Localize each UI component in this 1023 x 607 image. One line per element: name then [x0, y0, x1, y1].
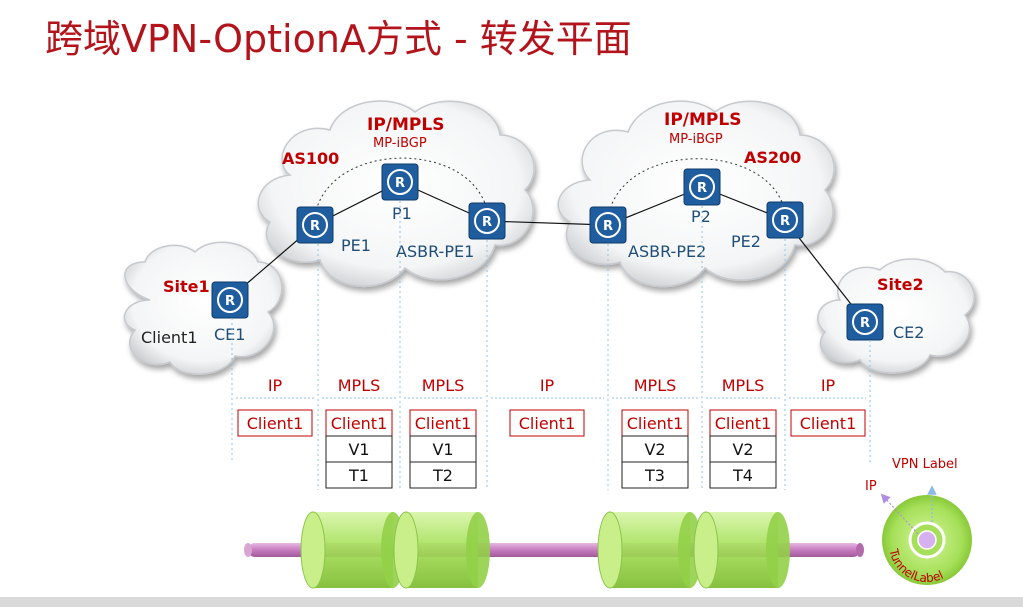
cloud-site1 — [123, 241, 283, 375]
packet-cell-label: Client1 — [519, 414, 576, 433]
footer-band — [0, 597, 1023, 607]
router-pe1[interactable]: R — [296, 206, 334, 244]
router-icon: R — [310, 219, 320, 234]
legend-vpn-label: VPN Label — [892, 457, 958, 472]
packet-stack: Client1 V2 T3 — [621, 409, 689, 489]
as200-label: AS200 — [744, 148, 801, 167]
tunnel-cylinder-t2 — [393, 511, 490, 589]
label-legend: VPN Label IP TunnelLabel — [865, 457, 972, 585]
router-p1[interactable]: R — [381, 163, 419, 201]
label-ce2: CE2 — [893, 323, 924, 342]
packet-cell-label: T3 — [644, 466, 665, 485]
packet-cell-label: Client1 — [715, 414, 772, 433]
router-icon: R — [697, 181, 707, 196]
packet-stack: Client1 — [237, 409, 313, 437]
router-icon: R — [482, 215, 492, 230]
segment-label: IP — [268, 376, 283, 395]
segment-label: IP — [540, 376, 555, 395]
diagram-canvas: 跨域VPN-OptionA方式 - 转发平面 IP/MPLS MP-iBGP A… — [45, 17, 975, 589]
label-pe1: PE1 — [341, 236, 371, 255]
site2-label: Site2 — [877, 275, 924, 294]
page-title: 跨域VPN-OptionA方式 - 转发平面 — [45, 17, 632, 61]
router-asbr-pe2[interactable]: R — [589, 206, 627, 244]
packet-cell-label: T4 — [732, 466, 753, 485]
router-icon: R — [225, 294, 235, 309]
ip-core-dot — [917, 530, 937, 550]
packet-cell-label: T2 — [432, 466, 453, 485]
packet-cell-label: V1 — [432, 440, 453, 459]
router-p2[interactable]: R — [683, 168, 721, 206]
segment-label: MPLS — [722, 376, 765, 395]
label-client1: Client1 — [141, 328, 198, 347]
packet-stack: Client1 V1 T1 — [325, 409, 393, 489]
label-asbr-pe1: ASBR-PE1 — [396, 242, 474, 261]
router-icon: R — [860, 316, 870, 331]
packet-stack: Client1 V1 T2 — [409, 409, 477, 489]
segment-label: IP — [821, 376, 836, 395]
router-asbr-pe1[interactable]: R — [468, 202, 506, 240]
label-asbr-pe2: ASBR-PE2 — [628, 242, 706, 261]
packet-stack: Client1 — [790, 409, 866, 437]
as200-core-label: IP/MPLS — [664, 110, 741, 130]
label-p2: P2 — [691, 207, 711, 226]
packet-cell-label: Client1 — [415, 414, 472, 433]
legend-ip: IP — [865, 479, 877, 494]
segment-label: MPLS — [422, 376, 465, 395]
packet-stack: Client1 V2 T4 — [709, 409, 777, 489]
packet-stacks: Client1 Client1V1T1Client1V1T2Client1 Clie… — [237, 409, 866, 489]
packet-cell-label: Client1 — [331, 414, 388, 433]
packet-cell-label: V2 — [732, 440, 753, 459]
segment-label: MPLS — [338, 376, 381, 395]
as100-protocol-label: MP-iBGP — [373, 136, 427, 151]
label-ce1: CE1 — [214, 325, 245, 344]
tunnel-cylinder-t1 — [300, 511, 405, 589]
as100-label: AS100 — [282, 149, 339, 168]
router-ce2[interactable]: R — [846, 303, 884, 341]
router-pe2[interactable]: R — [766, 201, 804, 239]
site1-label: Site1 — [163, 277, 210, 296]
packet-cell-label: V2 — [644, 440, 665, 459]
label-pe2: PE2 — [731, 232, 761, 251]
router-icon: R — [395, 176, 405, 191]
as100-core-label: IP/MPLS — [367, 115, 444, 135]
segment-labels: IP MPLS MPLS IP MPLS MPLS IP — [268, 376, 836, 395]
segment-label: MPLS — [634, 376, 677, 395]
packet-cell-label: T1 — [348, 466, 369, 485]
as200-protocol-label: MP-iBGP — [669, 132, 723, 147]
tunnel-cylinder-t4 — [693, 511, 790, 589]
packet-stack: Client1 — [509, 409, 585, 437]
packet-cell-label: Client1 — [247, 414, 304, 433]
label-p1: P1 — [392, 204, 412, 223]
packet-cell-label: V1 — [348, 440, 369, 459]
router-icon: R — [603, 219, 613, 234]
packet-cell-label: Client1 — [800, 414, 857, 433]
tunnel-cylinder-t3 — [597, 511, 702, 589]
router-ce1[interactable]: R — [211, 281, 249, 319]
router-icon: R — [780, 214, 790, 229]
packet-cell-label: Client1 — [627, 414, 684, 433]
